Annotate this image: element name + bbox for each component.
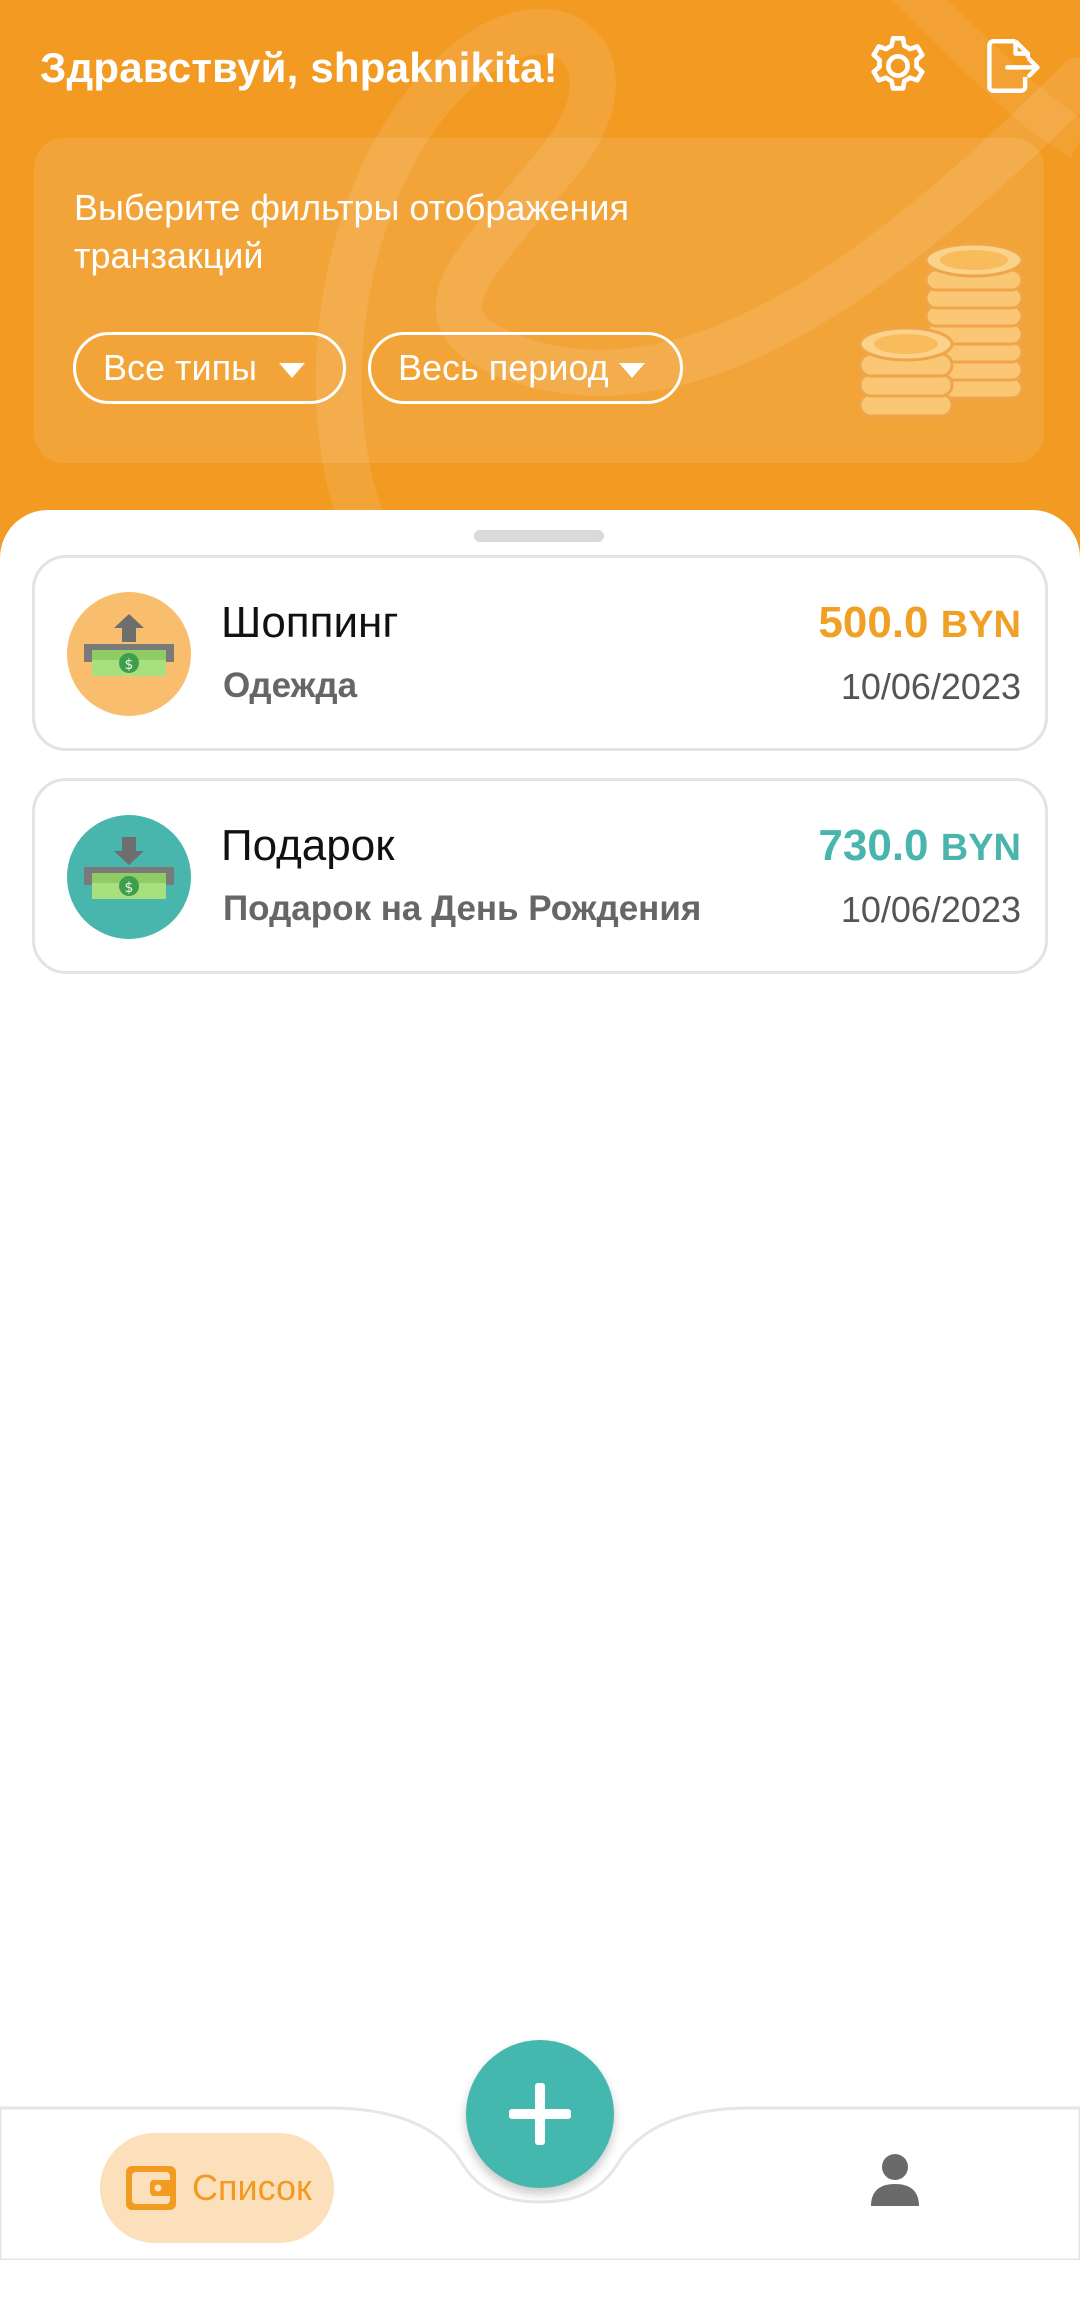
wallet-icon bbox=[126, 2166, 176, 2210]
logout-button[interactable] bbox=[970, 26, 1050, 106]
person-icon bbox=[871, 2154, 919, 2206]
amount-value: 500.0 bbox=[818, 598, 929, 647]
transaction-date: 10/06/2023 bbox=[840, 889, 1021, 930]
coins-stack-icon bbox=[858, 242, 1024, 418]
sheet-drag-handle[interactable] bbox=[474, 530, 604, 542]
transaction-note: Одежда bbox=[223, 666, 358, 705]
transaction-card[interactable]: $ Шоппинг Одежда 500.0 BYN 10/06/2023 bbox=[32, 555, 1048, 751]
transaction-note: Подарок на День Рождения bbox=[223, 889, 702, 928]
filter-card: Выберите фильтры отображения транзакций … bbox=[34, 138, 1044, 463]
header: Здравствуй, shpaknikita! Выберите фильтр… bbox=[0, 0, 1080, 560]
filter-title: Выберите фильтры отображения транзакций bbox=[74, 187, 630, 276]
svg-text:$: $ bbox=[125, 657, 134, 673]
caret-down-icon bbox=[279, 362, 306, 378]
transaction-amount: 730.0 BYN bbox=[818, 821, 1021, 871]
amount-value: 730.0 bbox=[818, 821, 929, 870]
expense-avatar: $ bbox=[67, 592, 191, 716]
nav-list-tab[interactable]: Список bbox=[100, 2133, 334, 2243]
greeting-title: Здравствуй, shpaknikita! bbox=[40, 44, 558, 91]
transaction-title: Подарок bbox=[221, 821, 395, 870]
transaction-amount: 500.0 BYN bbox=[818, 598, 1021, 648]
caret-down-icon bbox=[618, 362, 645, 378]
gear-icon bbox=[871, 35, 925, 91]
svg-text:$: $ bbox=[125, 880, 134, 896]
cash-deposit-icon: $ bbox=[84, 837, 174, 899]
amount-currency: BYN bbox=[940, 827, 1021, 869]
period-filter-label: Весь период bbox=[398, 347, 609, 388]
type-filter-dropdown[interactable]: Все типы bbox=[73, 332, 346, 404]
type-filter-label: Все типы bbox=[103, 347, 258, 388]
logout-icon bbox=[987, 39, 1040, 93]
period-filter-dropdown[interactable]: Весь период bbox=[368, 332, 683, 404]
transaction-card[interactable]: $ Подарок Подарок на День Рождения 730.0… bbox=[32, 778, 1048, 974]
transaction-date: 10/06/2023 bbox=[840, 666, 1021, 707]
plus-icon bbox=[509, 2083, 571, 2145]
amount-currency: BYN bbox=[940, 604, 1021, 646]
income-avatar: $ bbox=[67, 815, 191, 939]
cash-withdraw-icon: $ bbox=[84, 614, 174, 676]
transaction-title: Шоппинг bbox=[221, 598, 399, 647]
nav-list-label: Список bbox=[192, 2167, 312, 2208]
nav-profile-tab[interactable] bbox=[855, 2140, 935, 2220]
add-transaction-button[interactable] bbox=[466, 2040, 614, 2188]
settings-button[interactable] bbox=[858, 26, 938, 106]
